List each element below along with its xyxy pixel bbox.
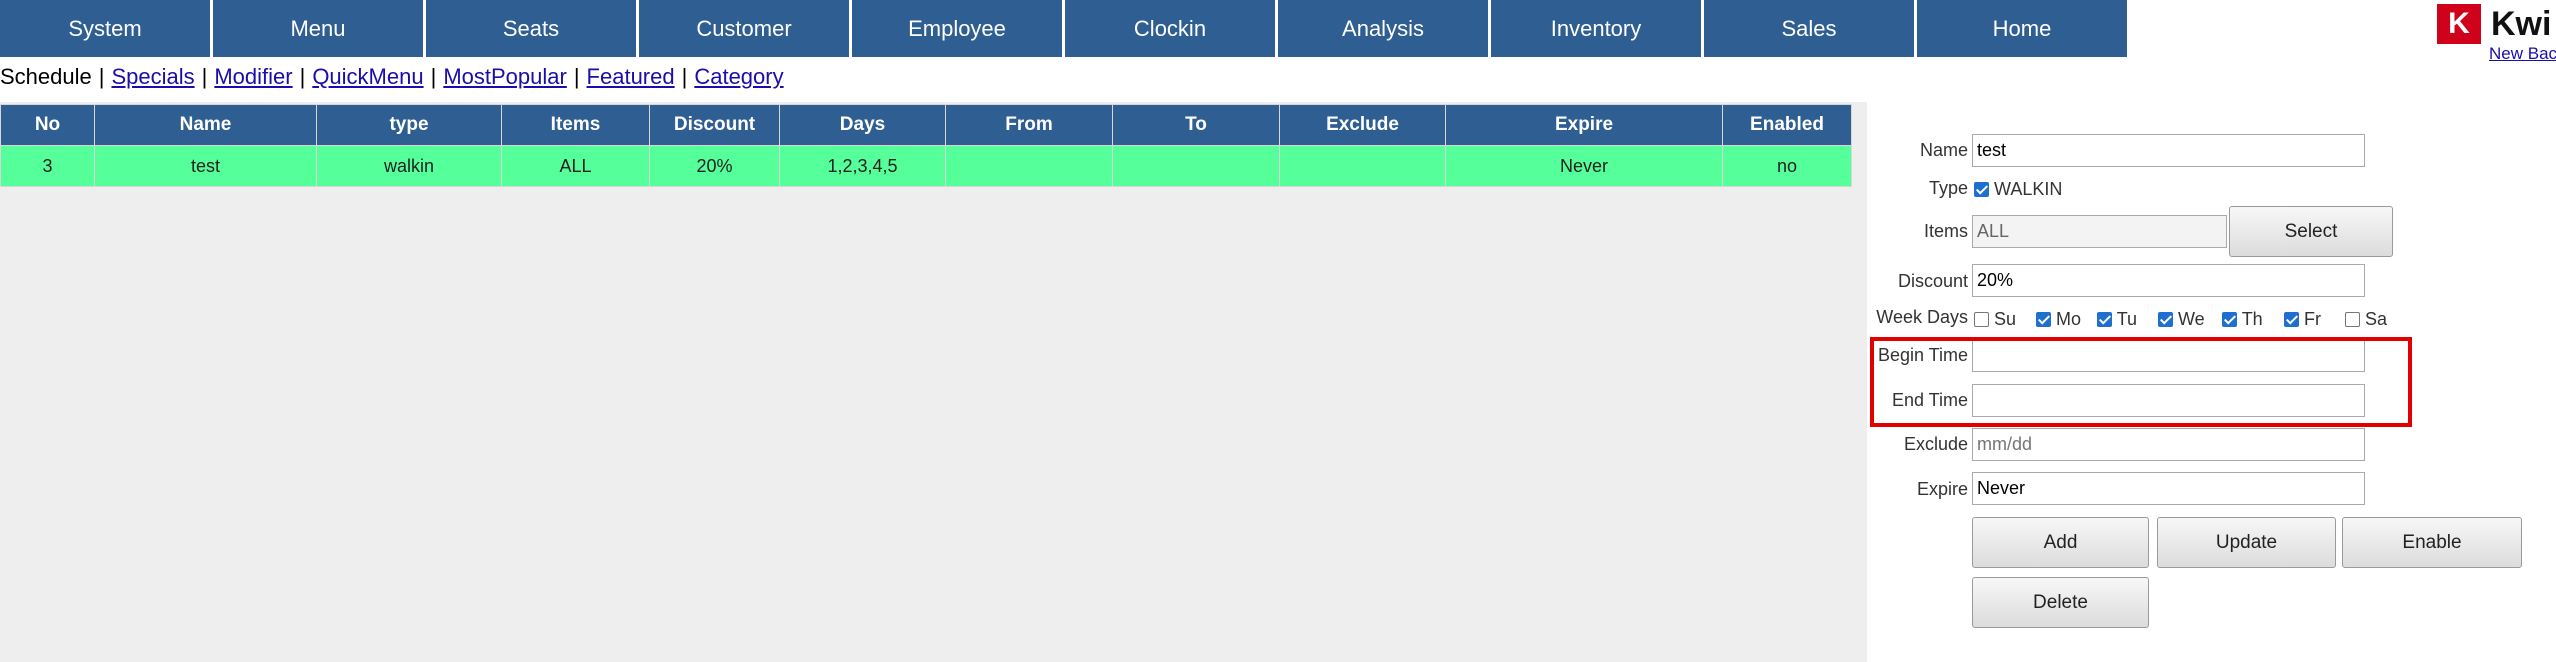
weekday-th[interactable]: Th: [2222, 309, 2263, 330]
items-label: Items: [1923, 221, 1968, 241]
subnav-separator: |: [98, 64, 105, 89]
weekday-we-checkbox[interactable]: [2158, 312, 2173, 327]
weekday-th-label: Th: [2241, 309, 2263, 329]
add-button[interactable]: Add: [1972, 517, 2149, 568]
nav-clockin-button[interactable]: Clockin: [1065, 0, 1275, 57]
subnav-separator: |: [299, 64, 306, 89]
column-header-days[interactable]: Days: [779, 104, 946, 146]
weekday-fr[interactable]: Fr: [2284, 309, 2321, 330]
end-time-input[interactable]: [1972, 384, 2365, 417]
cell-days: 1,2,3,4,5: [779, 145, 946, 187]
schedule-table: No Name type Items Discount Days From To…: [0, 104, 1852, 187]
begin-time-label: Begin Time: [1877, 345, 1968, 365]
cell-from: [945, 145, 1113, 187]
enable-button[interactable]: Enable: [2342, 517, 2522, 568]
table-header-row: No Name type Items Discount Days From To…: [0, 104, 1852, 146]
column-header-items[interactable]: Items: [501, 104, 650, 146]
weekday-we[interactable]: We: [2158, 309, 2205, 330]
weekday-mo-label: Mo: [2056, 309, 2082, 329]
table-row[interactable]: 3 test walkin ALL 20% 1,2,3,4,5 Never no: [0, 145, 1852, 187]
subnav-current-schedule: Schedule: [0, 64, 92, 89]
logo-link[interactable]: New Bac: [2489, 44, 2556, 64]
weekday-fr-checkbox[interactable]: [2284, 312, 2299, 327]
type-option: WALKIN: [1974, 179, 2062, 200]
weekday-we-label: We: [2178, 309, 2205, 329]
subnav-separator: |: [430, 64, 437, 89]
select-items-button[interactable]: Select: [2229, 206, 2393, 257]
schedule-edit-form: Name Type WALKIN Items Select Discount W…: [1868, 102, 2556, 662]
weekday-mo-checkbox[interactable]: [2036, 312, 2051, 327]
type-walkin-label: WALKIN: [1994, 179, 2063, 199]
name-label: Name: [1919, 140, 1968, 160]
nav-analysis-button[interactable]: Analysis: [1278, 0, 1488, 57]
nav-menu-button[interactable]: Menu: [213, 0, 423, 57]
expire-label: Expire: [1916, 479, 1968, 499]
weekday-fr-label: Fr: [2304, 309, 2322, 329]
exclude-label: Exclude: [1903, 434, 1968, 454]
subnav-link-category[interactable]: Category: [694, 64, 783, 89]
weekday-tu-checkbox[interactable]: [2097, 312, 2112, 327]
column-header-no[interactable]: No: [0, 104, 95, 146]
weekday-mo[interactable]: Mo: [2036, 309, 2081, 330]
subnav-link-featured[interactable]: Featured: [587, 64, 675, 89]
cell-to: [1112, 145, 1280, 187]
weekdays-label: Week Days: [1876, 307, 1968, 327]
weekday-sa[interactable]: Sa: [2345, 309, 2387, 330]
cell-exclude: [1279, 145, 1446, 187]
cell-name: test: [94, 145, 317, 187]
top-nav: System Menu Seats Customer Employee Cloc…: [0, 0, 2130, 57]
subnav-link-mostpopular[interactable]: MostPopular: [443, 64, 567, 89]
sub-nav: Schedule | Specials | Modifier | QuickMenu | Mos…: [0, 64, 784, 90]
expire-input[interactable]: [1972, 472, 2365, 505]
weekday-tu-label: Tu: [2116, 309, 2138, 329]
nav-employee-button[interactable]: Employee: [852, 0, 1062, 57]
cell-type: walkin: [316, 145, 502, 187]
type-label: Type: [1928, 178, 1968, 198]
cell-items: ALL: [501, 145, 650, 187]
nav-seats-button[interactable]: Seats: [426, 0, 636, 57]
nav-sales-button[interactable]: Sales: [1704, 0, 1914, 57]
column-header-name[interactable]: Name: [94, 104, 317, 146]
type-walkin-checkbox[interactable]: [1974, 182, 1989, 197]
column-header-to[interactable]: To: [1112, 104, 1280, 146]
end-time-label: End Time: [1891, 390, 1968, 410]
cell-no: 3: [0, 145, 95, 187]
exclude-input[interactable]: [1972, 428, 2365, 461]
subnav-link-modifier[interactable]: Modifier: [214, 64, 292, 89]
delete-button[interactable]: Delete: [1972, 577, 2149, 628]
weekday-sa-label: Sa: [2365, 309, 2388, 329]
cell-expire: Never: [1445, 145, 1723, 187]
schedule-list-panel: No Name type Items Discount Days From To…: [0, 102, 1867, 662]
weekday-su[interactable]: Su: [1974, 309, 2016, 330]
nav-customer-button[interactable]: Customer: [639, 0, 849, 57]
column-header-exclude[interactable]: Exclude: [1279, 104, 1446, 146]
update-button[interactable]: Update: [2157, 517, 2336, 568]
weekday-tu[interactable]: Tu: [2097, 309, 2137, 330]
weekday-sa-checkbox[interactable]: [2345, 312, 2360, 327]
column-header-discount[interactable]: Discount: [649, 104, 780, 146]
name-input[interactable]: [1972, 134, 2365, 167]
nav-inventory-button[interactable]: Inventory: [1491, 0, 1701, 57]
subnav-link-specials[interactable]: Specials: [111, 64, 194, 89]
nav-system-button[interactable]: System: [0, 0, 210, 57]
weekday-th-checkbox[interactable]: [2222, 312, 2237, 327]
cell-discount: 20%: [649, 145, 780, 187]
logo-text: Kwi: [2491, 5, 2552, 43]
subnav-link-quickmenu[interactable]: QuickMenu: [312, 64, 423, 89]
subnav-separator: |: [573, 64, 580, 89]
column-header-expire[interactable]: Expire: [1445, 104, 1723, 146]
begin-time-input[interactable]: [1972, 339, 2365, 372]
nav-home-button[interactable]: Home: [1917, 0, 2127, 57]
subnav-separator: |: [201, 64, 208, 89]
logo-icon: K: [2437, 4, 2481, 44]
subnav-separator: |: [681, 64, 688, 89]
weekday-su-label: Su: [1994, 309, 2017, 329]
discount-label: Discount: [1897, 271, 1968, 291]
weekday-su-checkbox[interactable]: [1974, 312, 1989, 327]
items-input[interactable]: [1972, 215, 2227, 248]
column-header-type[interactable]: type: [316, 104, 502, 146]
column-header-from[interactable]: From: [945, 104, 1113, 146]
discount-input[interactable]: [1972, 264, 2365, 297]
